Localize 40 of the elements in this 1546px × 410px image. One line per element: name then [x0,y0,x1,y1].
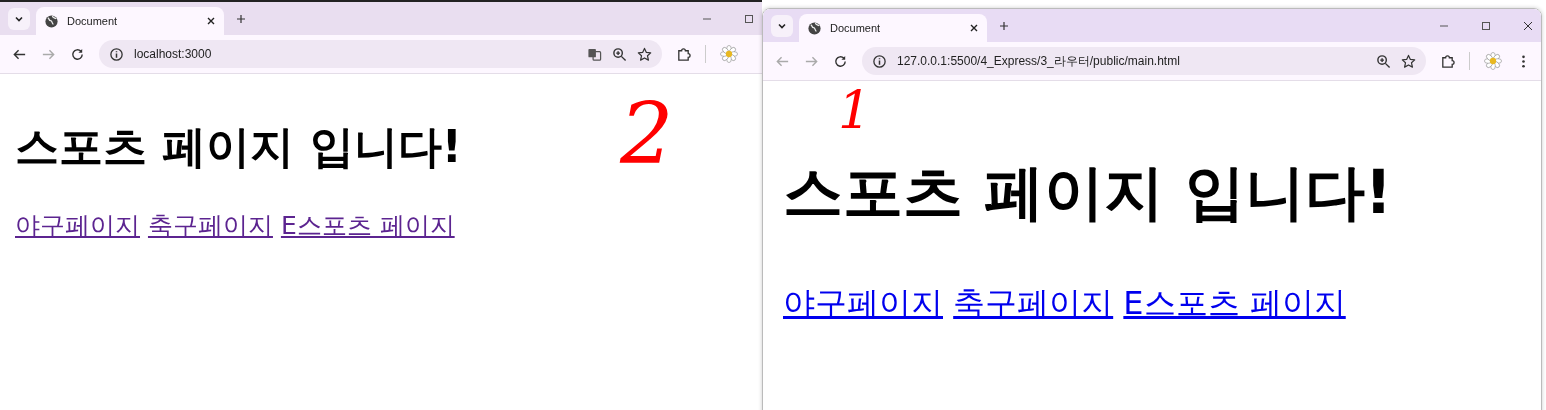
page-heading: 스포츠 페이지 입니다! [15,120,462,174]
zoom-icon[interactable] [612,46,627,62]
globe-icon [44,13,59,29]
reload-icon[interactable] [70,46,85,62]
translate-icon[interactable] [587,46,602,62]
page-heading: 스포츠 페이지 입니다! [783,156,1393,229]
tab-title: Document [830,22,882,34]
address-bar[interactable]: localhost:3000 [99,40,662,68]
new-tab-icon[interactable] [236,13,246,24]
tab-title: Document [67,15,119,27]
handwritten-annotation: 1 [838,84,872,136]
maximize-icon[interactable] [744,13,754,24]
page-link[interactable]: 야구페이지 [783,284,943,322]
globe-icon [807,20,822,36]
page-link[interactable]: 축구페이지 [953,284,1114,322]
star-icon[interactable] [1401,53,1416,69]
puzzle-icon[interactable] [1440,53,1455,69]
handwritten-annotation: 2 [620,92,674,176]
puzzle-icon[interactable] [676,46,691,62]
maximize-icon[interactable] [1481,20,1491,31]
close-icon[interactable] [1523,20,1533,31]
url-text: localhost:3000 [134,47,212,61]
page-link[interactable]: E스포츠 페이지 [280,211,455,240]
close-icon[interactable] [969,23,979,33]
star-icon[interactable] [637,46,652,62]
tab-list-button[interactable] [771,14,793,37]
zoom-icon[interactable] [1376,53,1391,69]
address-bar[interactable]: 127.0.0.1:5500/4_Express/3_라우터/public/main.html [862,47,1426,75]
info-icon[interactable] [872,53,887,69]
page-link[interactable]: 축구페이지 [147,211,273,240]
tab-list-button[interactable] [8,7,30,30]
close-icon[interactable] [206,16,216,26]
url-text: 127.0.0.1:5500/4_Express/3_라우터/public/main.html [897,52,1180,70]
page-link[interactable]: E스포츠 페이지 [1123,284,1346,322]
info-icon[interactable] [109,46,124,62]
new-tab-icon[interactable] [999,20,1009,31]
browser-tab[interactable]: Document [799,14,987,42]
page-link[interactable]: 야구페이지 [15,211,140,240]
browser-tab[interactable]: Document [36,7,224,35]
reload-icon[interactable] [833,53,848,69]
